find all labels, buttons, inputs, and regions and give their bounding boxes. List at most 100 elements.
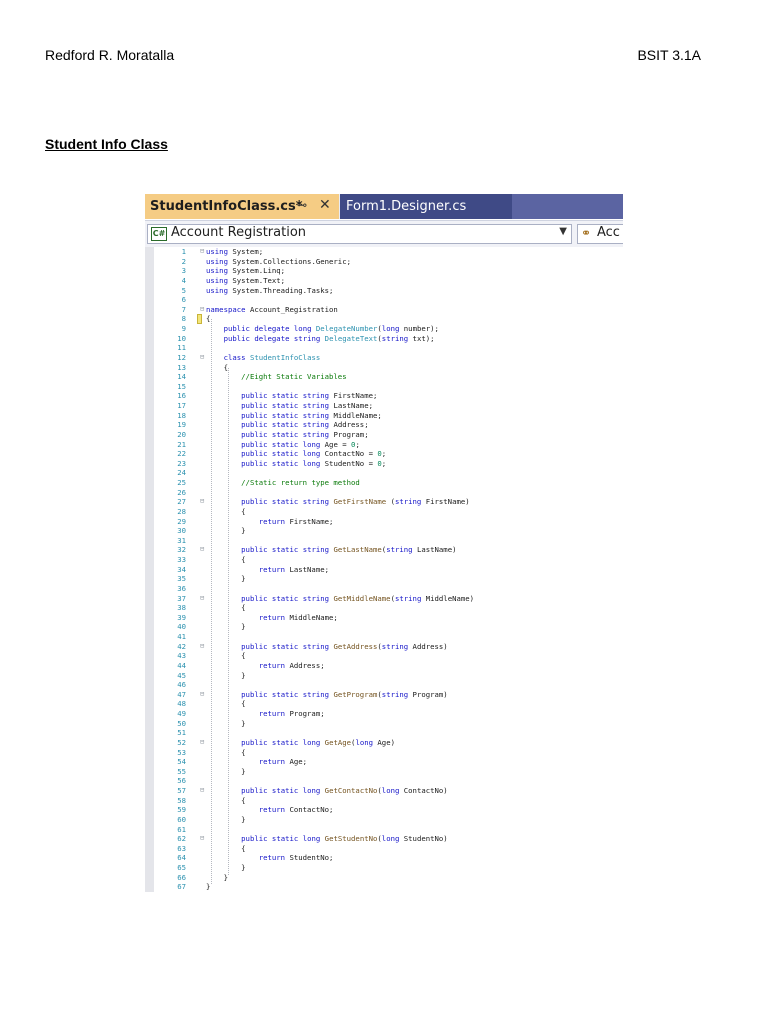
- code-line: 45 }: [155, 671, 623, 681]
- code-line: 57 ⊟ public static long GetContactNo(long…: [155, 786, 623, 796]
- code-text: public delegate string DelegateText(stri…: [223, 333, 435, 343]
- code-line: 16 public static string FirstName;: [155, 391, 623, 401]
- collapse-icon[interactable]: ⊟: [200, 786, 204, 796]
- line-number: 26: [177, 487, 186, 497]
- member-dropdown[interactable]: ⚭ Acc: [577, 224, 623, 244]
- code-line: 7 ⊟ namespace Account_Registration: [155, 305, 623, 315]
- code-text: public static string MiddleName;: [241, 410, 382, 420]
- code-line: 37 ⊟ public static string GetMiddleName(s…: [155, 594, 623, 604]
- code-text: //Static return type method: [241, 478, 360, 487]
- code-line: 11: [155, 343, 623, 353]
- code-line: 60 }: [155, 815, 623, 825]
- code-line: 44 return Address;: [155, 661, 623, 671]
- collapse-icon[interactable]: ⊟: [200, 353, 204, 363]
- code-line: 43 {: [155, 651, 623, 661]
- line-number: 11: [177, 343, 186, 353]
- collapse-icon[interactable]: ⊟: [200, 594, 204, 604]
- collapse-icon[interactable]: ⊟: [200, 305, 204, 315]
- line-number: 60: [177, 814, 186, 824]
- code-line: 48 {: [155, 699, 623, 709]
- line-number: 31: [177, 535, 186, 545]
- code-text: using System.Linq;: [206, 266, 286, 276]
- code-line: 52 ⊟ public static long GetAge(long Age): [155, 738, 623, 748]
- tab-form1-designer[interactable]: Form1.Designer.cs: [340, 194, 512, 219]
- code-line: 22 public static long ContactNo = 0;: [155, 449, 623, 459]
- csharp-project-icon: C#: [151, 227, 167, 241]
- section-heading: Student Info Class: [45, 136, 168, 152]
- code-line: 30 }: [155, 526, 623, 536]
- line-number: 10: [177, 333, 186, 343]
- code-line: 21 public static long Age = 0;: [155, 440, 623, 450]
- line-number: 30: [177, 526, 186, 536]
- section-label: BSIT 3.1A: [637, 47, 701, 63]
- code-area[interactable]: 1 ⊟ using System; 2 using System.Collections…: [145, 247, 623, 892]
- change-marker: [197, 314, 202, 325]
- close-icon[interactable]: ✕: [319, 197, 331, 213]
- collapse-icon[interactable]: ⊟: [200, 497, 204, 507]
- code-line: 23 public static long StudentNo = 0;: [155, 459, 623, 469]
- code-line: 63 {: [155, 844, 623, 854]
- code-text: {: [206, 362, 228, 372]
- line-number: 23: [177, 458, 186, 468]
- code-line: 59 return ContactNo;: [155, 805, 623, 815]
- code-text: public static string LastName;: [241, 401, 373, 410]
- code-text: public delegate long DelegateNumber(long…: [223, 324, 439, 333]
- code-line: 42 ⊟ public static string GetAddress(stri…: [155, 642, 623, 652]
- collapse-icon[interactable]: ⊟: [200, 545, 204, 555]
- collapse-icon[interactable]: ⊟: [200, 738, 204, 748]
- line-number: 27: [177, 497, 186, 507]
- indent-guide: [211, 319, 212, 885]
- collapse-icon[interactable]: ⊟: [200, 834, 204, 844]
- code-text: public static string GetFirstName (strin…: [241, 497, 470, 507]
- line-number: 3: [181, 266, 186, 276]
- code-line: 34 return LastName;: [155, 565, 623, 575]
- line-number: 4: [181, 275, 186, 285]
- code-line: 66 }: [155, 873, 623, 883]
- collapse-icon[interactable]: ⊟: [200, 642, 204, 652]
- project-dropdown[interactable]: C# Account Registration ▼: [147, 224, 572, 244]
- line-number: 46: [177, 680, 186, 690]
- line-number: 34: [177, 564, 186, 574]
- line-number: 62: [177, 834, 186, 844]
- code-text: return FirstName;: [258, 516, 334, 526]
- code-line: 62 ⊟ public static long GetStudentNo(long…: [155, 834, 623, 844]
- line-number: 2: [181, 256, 186, 266]
- line-number: 20: [177, 429, 186, 439]
- line-number: 25: [177, 478, 186, 487]
- code-text: using System.Text;: [206, 275, 286, 285]
- code-line: 12 ⊟ class StudentInfoClass: [155, 353, 623, 363]
- indent-guide: [228, 367, 229, 875]
- code-text: public static long ContactNo = 0;: [241, 449, 387, 459]
- line-number: 13: [177, 362, 186, 372]
- code-line: 65 }: [155, 863, 623, 873]
- line-number: 53: [177, 747, 186, 757]
- collapse-icon[interactable]: ⊟: [200, 247, 204, 257]
- line-number: 64: [177, 853, 186, 863]
- line-number: 7: [181, 304, 186, 314]
- code-line: 40 }: [155, 622, 623, 632]
- line-number: 61: [177, 824, 186, 834]
- author-name: Redford R. Moratalla: [45, 47, 175, 63]
- code-line: 67}: [155, 882, 623, 892]
- code-text: class StudentInfoClass: [223, 352, 321, 362]
- code-line: 9 public delegate long DelegateNumber(lo…: [155, 324, 623, 334]
- code-text: public static long Age = 0;: [241, 439, 360, 449]
- tab-studentinfoclass[interactable]: StudentInfoClass.cs* ⊸ ✕: [145, 194, 339, 219]
- line-number: 41: [177, 632, 186, 641]
- pin-icon[interactable]: ⊸: [297, 198, 307, 212]
- code-line: 2 using System.Collections.Generic;: [155, 257, 623, 267]
- line-number: 43: [177, 651, 186, 661]
- line-number: 55: [177, 766, 186, 776]
- code-line: 39 return MiddleName;: [155, 613, 623, 623]
- line-number: 16: [177, 391, 186, 401]
- code-line: 32 ⊟ public static string GetLastName(str…: [155, 545, 623, 555]
- line-number: 38: [177, 603, 186, 613]
- collapse-icon[interactable]: ⊟: [200, 690, 204, 700]
- code-line: 50 }: [155, 719, 623, 729]
- code-text: {: [206, 314, 211, 324]
- line-number: 57: [177, 786, 186, 795]
- code-line: 5 using System.Threading.Tasks;: [155, 286, 623, 296]
- code-text: public static string Address;: [241, 420, 369, 430]
- code-lines: 1 ⊟ using System; 2 using System.Collections…: [155, 247, 623, 892]
- code-line: 35 }: [155, 574, 623, 584]
